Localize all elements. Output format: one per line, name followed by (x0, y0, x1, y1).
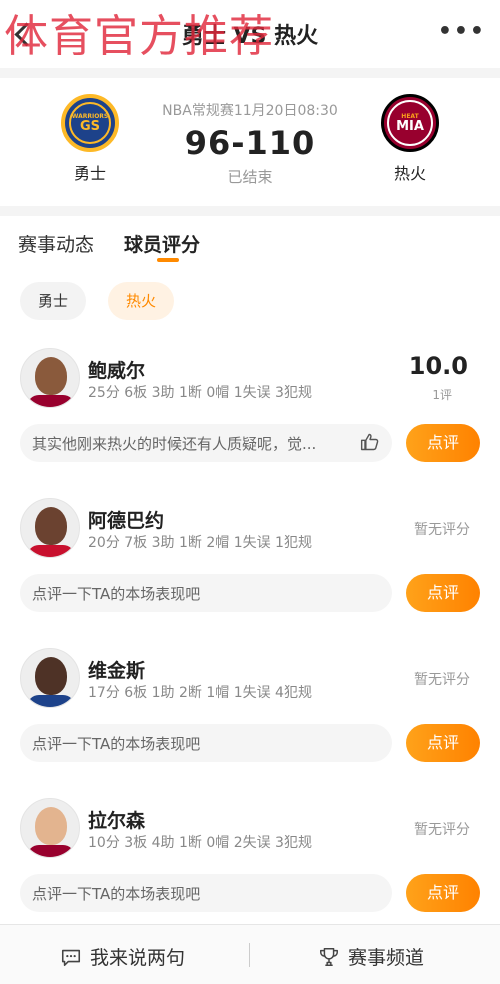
rating-count: 1评 (432, 388, 452, 402)
jersey-shape (27, 845, 75, 857)
review-button[interactable]: 点评 (406, 874, 480, 912)
say-something-button[interactable]: 我来说两句 (60, 943, 185, 970)
more-options-button[interactable]: ••• (438, 21, 486, 43)
player-row: 拉尔森 10分 3板 4助 1断 0帽 2失误 3犯规 暂无评分 点评一下TA的… (0, 798, 500, 938)
player-row: 鲍威尔 25分 6板 3助 1断 0帽 1失误 3犯规 10.0 1评 其实他刚… (0, 348, 500, 488)
away-team[interactable]: HEAT MIA 热火 (370, 94, 450, 184)
divider (249, 943, 250, 967)
match-info: NBA常规赛11月20日08:30 (162, 103, 338, 119)
event-channel-label: 赛事频道 (348, 947, 425, 969)
tab-player-ratings[interactable]: 球员评分 (124, 230, 200, 257)
comment-placeholder: 点评一下TA的本场表现吧 (32, 585, 201, 603)
page-title: 勇士 VS 热火 (181, 24, 319, 49)
face-shape (35, 507, 67, 545)
player-name[interactable]: 维金斯 (88, 656, 145, 683)
no-rating-label: 暂无评分 (414, 522, 470, 538)
review-button[interactable]: 点评 (406, 574, 480, 612)
thumbs-up-icon[interactable] (360, 432, 380, 452)
chat-bubble-icon (61, 949, 81, 966)
comment-text: 其实他刚来热火的时候还有人质疑呢，觉... (32, 435, 317, 453)
home-team[interactable]: WARRIORS GS 勇士 (50, 94, 130, 184)
trophy-icon (320, 947, 338, 966)
comment-input[interactable]: 点评一下TA的本场表现吧 (20, 574, 392, 612)
face-shape (35, 807, 67, 845)
match-center: NBA常规赛11月20日08:30 96-110 已结束 (140, 100, 360, 187)
player-stats: 25分 6板 3助 1断 0帽 1失误 3犯规 (88, 385, 312, 401)
player-stats: 10分 3板 4助 1断 0帽 2失误 3犯规 (88, 835, 312, 851)
filter-chip-heat[interactable]: 热火 (108, 282, 174, 320)
face-shape (35, 357, 67, 395)
comment-input[interactable]: 点评一下TA的本场表现吧 (20, 874, 392, 912)
comment-placeholder: 点评一下TA的本场表现吧 (32, 735, 201, 753)
filter-chip-warriors[interactable]: 勇士 (20, 282, 86, 320)
away-team-name: 热火 (393, 164, 426, 183)
player-avatar[interactable] (20, 798, 80, 858)
home-team-name: 勇士 (73, 164, 106, 183)
player-name[interactable]: 鲍威尔 (88, 356, 145, 383)
player-stats: 20分 7板 3助 1断 2帽 1失误 1犯规 (88, 535, 312, 551)
match-status: 已结束 (227, 168, 273, 186)
review-button[interactable]: 点评 (406, 724, 480, 762)
player-name[interactable]: 阿德巴约 (88, 506, 164, 533)
tab-match-events[interactable]: 赛事动态 (18, 230, 94, 257)
top-bar: 勇士 VS 热火 ••• (0, 0, 500, 68)
player-row: 阿德巴约 20分 7板 3助 1断 2帽 1失误 1犯规 暂无评分 点评一下TA… (0, 498, 500, 638)
jersey-shape (27, 545, 75, 557)
event-channel-button[interactable]: 赛事频道 (318, 943, 424, 970)
comment-placeholder: 点评一下TA的本场表现吧 (32, 885, 201, 903)
no-rating-label: 暂无评分 (414, 672, 470, 688)
comment-box[interactable]: 其实他刚来热火的时候还有人质疑呢，觉... (20, 424, 392, 462)
player-avatar[interactable] (20, 648, 80, 708)
player-name[interactable]: 拉尔森 (88, 806, 145, 833)
player-rating: 10.0 (408, 352, 468, 380)
say-something-label: 我来说两句 (90, 947, 186, 969)
no-rating-label: 暂无评分 (414, 822, 470, 838)
face-shape (35, 657, 67, 695)
player-avatar[interactable] (20, 498, 80, 558)
bottom-bar: 我来说两句 赛事频道 (0, 924, 500, 984)
review-button[interactable]: 点评 (406, 424, 480, 462)
content-panel: 赛事动态 球员评分 勇士 热火 鲍威尔 25分 6板 3助 1断 0帽 1失误 … (0, 216, 500, 924)
warriors-logo-icon: WARRIORS GS (61, 94, 119, 152)
tab-bar: 赛事动态 球员评分 (0, 216, 500, 266)
match-score: 96-110 (184, 124, 316, 162)
warriors-logo-abbr: GS (79, 118, 101, 134)
player-row: 维金斯 17分 6板 1助 2断 1帽 1失误 4犯规 暂无评分 点评一下TA的… (0, 648, 500, 788)
jersey-shape (27, 395, 75, 407)
active-tab-indicator (157, 258, 179, 262)
player-avatar[interactable] (20, 348, 80, 408)
heat-logo-abbr: MIA (396, 118, 424, 134)
player-stats: 17分 6板 1助 2断 1帽 1失误 4犯规 (88, 685, 312, 701)
comment-input[interactable]: 点评一下TA的本场表现吧 (20, 724, 392, 762)
heat-logo-icon: HEAT MIA (381, 94, 439, 152)
scoreboard: WARRIORS GS 勇士 NBA常规赛11月20日08:30 96-110 … (0, 78, 500, 206)
jersey-shape (27, 695, 75, 707)
